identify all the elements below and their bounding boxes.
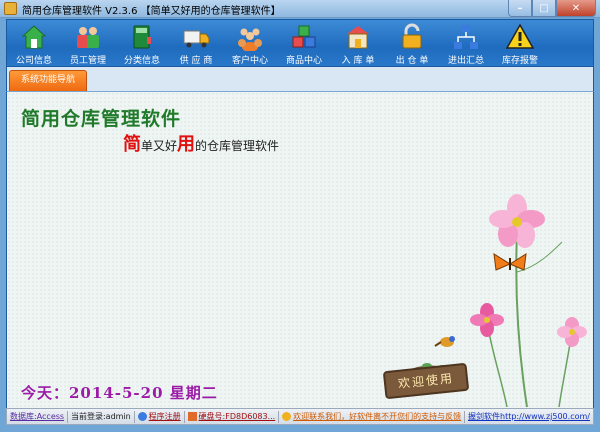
employees-icon xyxy=(77,27,99,48)
toolbar-supplier[interactable]: 供 应 商 xyxy=(169,20,223,66)
status-register-link[interactable]: 程序注册 xyxy=(135,411,184,422)
toolbar-outbound-order[interactable]: 出 仓 单 xyxy=(385,20,439,66)
warning-icon xyxy=(506,23,534,49)
today-date: 今天：2014-5-20 星期二 xyxy=(21,384,218,402)
toolbar-inbound-order[interactable]: 入 库 单 xyxy=(331,20,385,66)
network-icon xyxy=(454,25,478,49)
toolbar-company-info[interactable]: 公司信息 xyxy=(7,20,61,66)
toolbar-employee-management[interactable]: 员工管理 xyxy=(61,20,115,66)
tab-strip: 系统功能导航 xyxy=(6,67,594,91)
disk-icon xyxy=(187,412,197,421)
status-website-link[interactable]: 握剑软件http://www.zj500.com/ xyxy=(465,411,593,422)
toolbar-customer-center[interactable]: 客户中心 xyxy=(223,20,277,66)
book-icon xyxy=(133,25,151,49)
customers-icon xyxy=(238,28,262,51)
status-disk-id[interactable]: 硬盘号:FD8D6083... xyxy=(185,411,279,422)
toolbar-category-info[interactable]: 分类信息 xyxy=(115,20,169,66)
window-bottom-frame xyxy=(0,425,600,432)
page-title: 简用仓库管理软件 xyxy=(21,108,182,130)
close-button[interactable]: ✕ xyxy=(556,0,596,17)
tab-system-navigation[interactable]: 系统功能导航 xyxy=(9,70,87,91)
toolbar-product-center[interactable]: 商品中心 xyxy=(277,20,331,66)
main-panel: 简用仓库管理软件 简单又好用的仓库管理软件 欢迎使用 今天：2014-5-20 … xyxy=(6,91,594,408)
status-current-login: 当前登录:admin xyxy=(70,412,131,421)
key-icon xyxy=(137,412,147,421)
status-bar: 数据库:Access 当前登录:admin 程序注册 硬盘号:FD8D6083.… xyxy=(6,408,594,425)
chat-icon xyxy=(282,412,292,421)
truck-icon xyxy=(183,30,210,48)
app-icon xyxy=(4,2,17,15)
maximize-button[interactable]: □ xyxy=(532,0,556,17)
toolbar-inout-summary[interactable]: 进出汇总 xyxy=(439,20,493,66)
minimize-button[interactable]: – xyxy=(508,0,532,17)
toolbar-stock-alarm[interactable]: 库存报警 xyxy=(493,20,547,66)
slogan: 简单又好用的仓库管理软件 xyxy=(123,134,280,155)
house-icon xyxy=(21,25,47,49)
lock-icon xyxy=(402,23,422,49)
cubes-icon xyxy=(292,25,316,48)
status-database[interactable]: 数据库:Access xyxy=(7,411,67,422)
status-contact-link[interactable]: 欢迎联系我们，好软件离不开您们的支持与反馈 xyxy=(279,411,464,422)
window-title: 简用仓库管理软件 V2.3.6 【简单又好用的仓库管理软件】 xyxy=(22,6,281,17)
main-toolbar: 公司信息 员工管理 分类信息 供 应 商 客户中心 商品中心 入 库 单 出 仓… xyxy=(6,19,594,67)
warehouse-in-icon xyxy=(347,26,369,49)
window-controls: – □ ✕ xyxy=(508,0,596,17)
title-bar: 简用仓库管理软件 V2.3.6 【简单又好用的仓库管理软件】 – □ ✕ xyxy=(0,0,600,18)
